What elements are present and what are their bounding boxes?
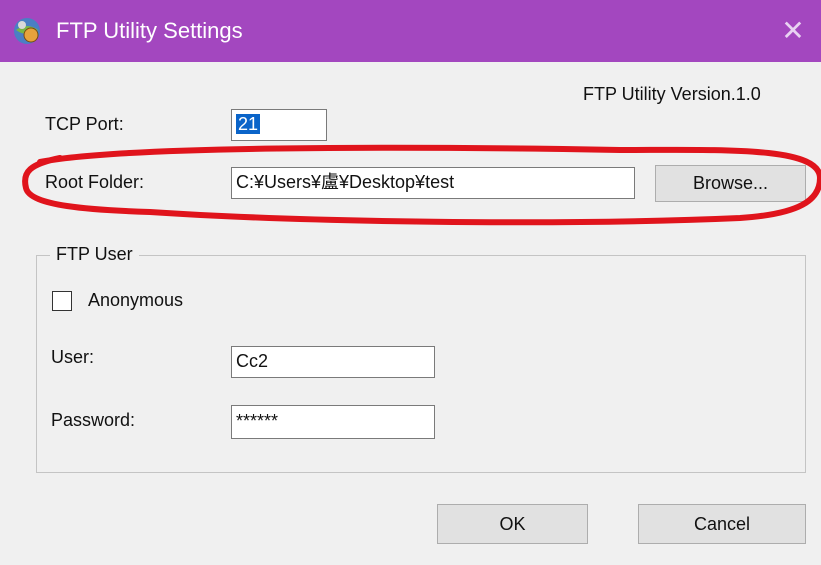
password-label: Password: bbox=[51, 410, 136, 430]
tcp-port-label: TCP Port: bbox=[45, 114, 124, 134]
ftp-utility-icon bbox=[14, 18, 40, 44]
close-icon[interactable]: ✕ bbox=[765, 0, 821, 62]
anonymous-checkbox[interactable] bbox=[52, 291, 72, 311]
window-title: FTP Utility Settings bbox=[56, 18, 243, 43]
root-folder-label: Root Folder: bbox=[45, 172, 145, 192]
browse-button[interactable]: Browse... bbox=[655, 165, 806, 202]
ftp-user-legend: FTP User bbox=[50, 244, 139, 265]
user-label: User: bbox=[51, 347, 95, 367]
anonymous-label[interactable]: Anonymous bbox=[88, 290, 183, 311]
ok-button[interactable]: OK bbox=[437, 504, 588, 544]
root-folder-input[interactable]: C:¥Users¥盧¥Desktop¥test bbox=[231, 167, 635, 199]
cancel-button[interactable]: Cancel bbox=[638, 504, 806, 544]
settings-dialog: FTP Utility Settings ✕ FTP Utility Versi… bbox=[0, 0, 821, 565]
tcp-port-input[interactable]: 21 bbox=[231, 109, 327, 141]
title-bar[interactable]: FTP Utility Settings ✕ bbox=[0, 0, 821, 62]
tcp-port-value: 21 bbox=[236, 114, 261, 134]
version-label: FTP Utility Version.1.0 bbox=[583, 84, 761, 104]
password-input[interactable]: ****** bbox=[231, 405, 435, 439]
user-input[interactable]: Cc2 bbox=[231, 346, 435, 378]
